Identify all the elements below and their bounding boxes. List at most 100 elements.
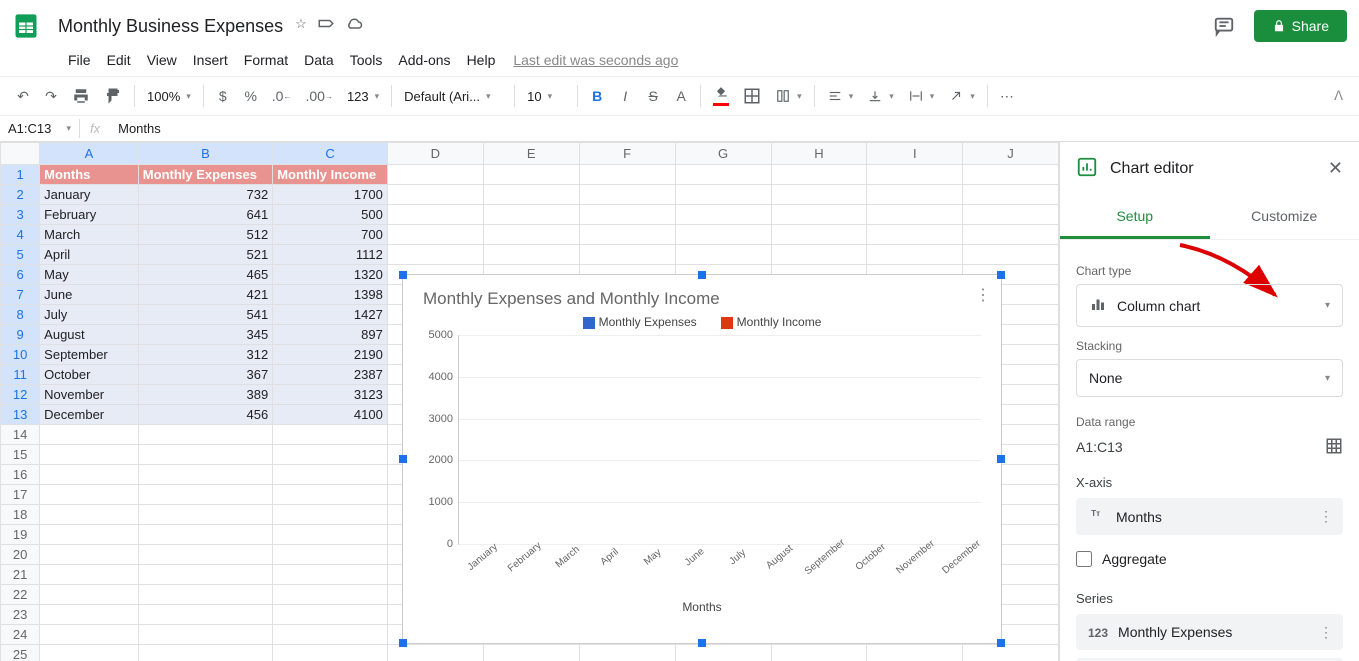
col-header[interactable]: I	[867, 143, 963, 165]
cell[interactable]	[273, 625, 388, 645]
close-icon[interactable]: ✕	[1328, 158, 1343, 179]
cell[interactable]: Monthly Expenses	[138, 165, 272, 185]
cell[interactable]	[579, 165, 675, 185]
row-header[interactable]: 19	[1, 525, 40, 545]
cell[interactable]	[40, 585, 139, 605]
row-header[interactable]: 11	[1, 365, 40, 385]
italic-button[interactable]: I	[612, 82, 638, 110]
name-box[interactable]: A1:C13	[0, 119, 80, 138]
cell[interactable]	[273, 525, 388, 545]
cell[interactable]: 421	[138, 285, 272, 305]
cell[interactable]: 2387	[273, 365, 388, 385]
cell[interactable]: 367	[138, 365, 272, 385]
cell[interactable]: 1398	[273, 285, 388, 305]
formula-bar[interactable]: Months	[110, 121, 1359, 136]
series-chip-1[interactable]: 123 Monthly Expenses ⋮	[1076, 614, 1343, 650]
menu-edit[interactable]: Edit	[101, 48, 137, 72]
cell[interactable]	[867, 205, 963, 225]
cell[interactable]	[40, 545, 139, 565]
cell[interactable]	[867, 165, 963, 185]
menu-help[interactable]: Help	[461, 48, 502, 72]
number-format-dropdown[interactable]: 123	[341, 87, 385, 106]
cell[interactable]	[579, 205, 675, 225]
cell[interactable]: June	[40, 285, 139, 305]
doc-title[interactable]: Monthly Business Expenses	[52, 14, 289, 39]
menu-tools[interactable]: Tools	[344, 48, 389, 72]
row-header[interactable]: 14	[1, 425, 40, 445]
cell[interactable]: March	[40, 225, 139, 245]
cell[interactable]	[273, 445, 388, 465]
row-header[interactable]: 16	[1, 465, 40, 485]
font-size-dropdown[interactable]: 10	[521, 87, 571, 106]
more-button[interactable]: ⋯	[994, 82, 1020, 110]
cell[interactable]: 1700	[273, 185, 388, 205]
cell[interactable]	[387, 165, 483, 185]
cell[interactable]	[771, 165, 867, 185]
cell[interactable]: 700	[273, 225, 388, 245]
borders-button[interactable]	[737, 82, 767, 110]
select-all-corner[interactable]	[1, 143, 40, 165]
cell[interactable]	[963, 245, 1059, 265]
cell[interactable]	[273, 565, 388, 585]
cell[interactable]	[138, 605, 272, 625]
cell[interactable]	[40, 465, 139, 485]
cell[interactable]: 312	[138, 345, 272, 365]
aggregate-checkbox-row[interactable]: Aggregate	[1076, 543, 1343, 575]
row-header[interactable]: 18	[1, 505, 40, 525]
cell[interactable]	[138, 505, 272, 525]
last-edit-link[interactable]: Last edit was seconds ago	[513, 52, 678, 68]
stacking-select[interactable]: None	[1076, 359, 1343, 397]
cell[interactable]: 4100	[273, 405, 388, 425]
cell[interactable]	[483, 165, 579, 185]
row-header[interactable]: 4	[1, 225, 40, 245]
cell[interactable]	[483, 245, 579, 265]
cell[interactable]: 465	[138, 265, 272, 285]
zoom-dropdown[interactable]: 100%	[141, 87, 197, 106]
cell[interactable]	[138, 525, 272, 545]
cell[interactable]	[273, 505, 388, 525]
col-header[interactable]: C	[273, 143, 388, 165]
wrap-button[interactable]	[902, 87, 941, 105]
row-header[interactable]: 3	[1, 205, 40, 225]
cell[interactable]	[675, 245, 771, 265]
move-icon[interactable]	[317, 16, 335, 37]
row-header[interactable]: 7	[1, 285, 40, 305]
tab-customize[interactable]: Customize	[1210, 196, 1359, 239]
col-header[interactable]: D	[387, 143, 483, 165]
cell[interactable]	[138, 545, 272, 565]
row-header[interactable]: 6	[1, 265, 40, 285]
row-header[interactable]: 13	[1, 405, 40, 425]
cell[interactable]	[963, 185, 1059, 205]
cell[interactable]	[675, 225, 771, 245]
cell[interactable]	[138, 585, 272, 605]
cloud-icon[interactable]	[345, 16, 363, 37]
cell[interactable]	[273, 545, 388, 565]
row-header[interactable]: 8	[1, 305, 40, 325]
cell[interactable]	[40, 485, 139, 505]
cell[interactable]	[40, 625, 139, 645]
cell[interactable]	[867, 185, 963, 205]
row-header[interactable]: 24	[1, 625, 40, 645]
cell[interactable]	[40, 525, 139, 545]
cell[interactable]: 512	[138, 225, 272, 245]
cell[interactable]: December	[40, 405, 139, 425]
cell[interactable]	[138, 485, 272, 505]
cell[interactable]	[40, 565, 139, 585]
row-header[interactable]: 5	[1, 245, 40, 265]
chip-menu-icon[interactable]: ⋮	[1319, 508, 1333, 525]
cell[interactable]	[579, 185, 675, 205]
cell[interactable]	[273, 485, 388, 505]
cell[interactable]	[40, 445, 139, 465]
text-color-button[interactable]: A	[668, 82, 694, 110]
cell[interactable]: January	[40, 185, 139, 205]
cell[interactable]	[483, 205, 579, 225]
cell[interactable]	[483, 185, 579, 205]
cell[interactable]	[273, 465, 388, 485]
cell[interactable]: July	[40, 305, 139, 325]
cell[interactable]: 3123	[273, 385, 388, 405]
cell[interactable]: 345	[138, 325, 272, 345]
sheets-logo[interactable]	[6, 6, 46, 46]
xaxis-chip[interactable]: Tᴛ Months ⋮	[1076, 498, 1343, 535]
cell[interactable]	[138, 445, 272, 465]
bold-button[interactable]: B	[584, 82, 610, 110]
